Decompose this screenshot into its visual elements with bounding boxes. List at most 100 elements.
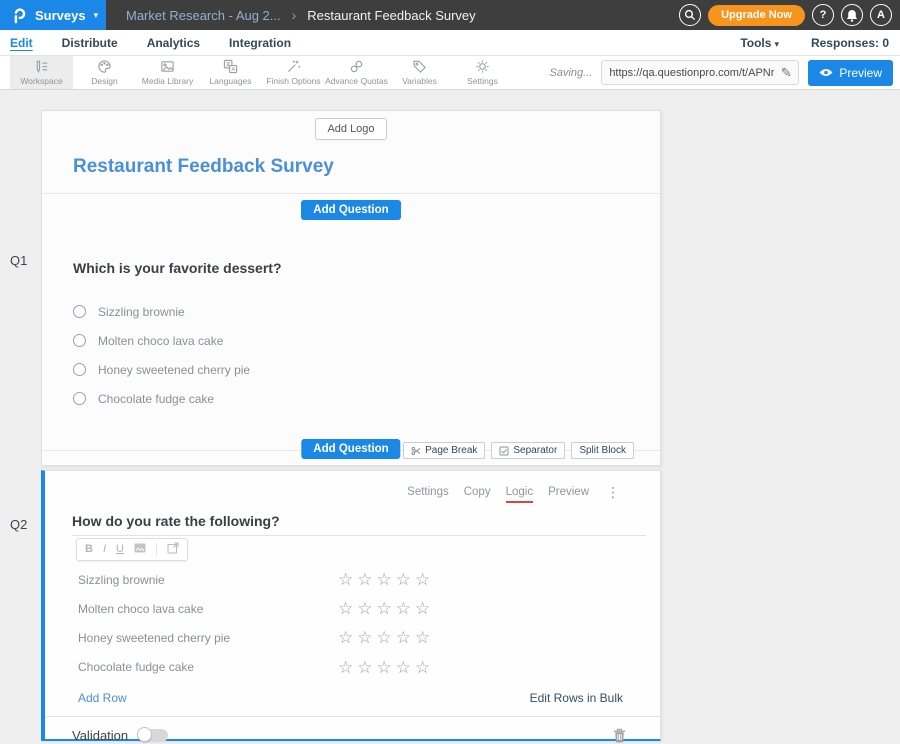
upgrade-now-button[interactable]: Upgrade Now [708, 5, 805, 26]
variables-tag-icon [412, 59, 427, 74]
star-icon[interactable]: ☆ [377, 599, 396, 618]
row-label[interactable]: Molten choco lava cake [45, 602, 338, 616]
survey-title[interactable]: Restaurant Feedback Survey [73, 156, 660, 178]
add-question-row-bottom: Add Question Page Break Separator S [42, 435, 660, 465]
tab-edit[interactable]: Edit [10, 36, 33, 50]
star-icon[interactable]: ☆ [377, 628, 396, 647]
tool-label: Variables [402, 76, 437, 86]
row-label[interactable]: Sizzling brownie [45, 573, 338, 587]
preview-button[interactable]: Preview [808, 60, 893, 86]
star-icon[interactable]: ☆ [338, 599, 357, 618]
star-icon[interactable]: ☆ [396, 570, 415, 589]
star-icon[interactable]: ☆ [377, 658, 396, 677]
star-icon[interactable]: ☆ [338, 658, 357, 677]
q2-copy[interactable]: Copy [464, 486, 491, 498]
tool-design[interactable]: Design [73, 56, 136, 89]
star-icon[interactable]: ☆ [396, 628, 415, 647]
surveys-menu[interactable]: Surveys ▾ [0, 0, 106, 30]
page-break-button[interactable]: Page Break [403, 442, 485, 459]
breadcrumb-folder[interactable]: Market Research - Aug 2... [126, 8, 281, 23]
star-icon[interactable]: ☆ [396, 658, 415, 677]
tool-finish-options[interactable]: Finish Options [262, 56, 325, 89]
star-icon[interactable]: ☆ [415, 628, 434, 647]
radio-button[interactable] [73, 363, 86, 376]
option-label[interactable]: Honey sweetened cherry pie [98, 363, 250, 377]
option-label[interactable]: Sizzling brownie [98, 305, 185, 319]
radio-button[interactable] [73, 334, 86, 347]
star-icon[interactable]: ☆ [415, 599, 434, 618]
bold-button[interactable]: B [85, 544, 93, 555]
tool-settings[interactable]: Settings [451, 56, 514, 89]
question-number-q1: Q1 [10, 253, 27, 268]
star-icon[interactable]: ☆ [357, 628, 376, 647]
q1-options: Sizzling brownie Molten choco lava cake … [73, 297, 660, 413]
trash-icon [613, 728, 626, 743]
q2-rating-rows: Sizzling brownie ☆☆☆☆☆ Molten choco lava… [45, 565, 660, 682]
add-question-button-bottom[interactable]: Add Question [301, 439, 400, 459]
q1-question-text[interactable]: Which is your favorite dessert? [73, 260, 660, 276]
underline-button[interactable]: U [116, 544, 124, 555]
radio-button[interactable] [73, 305, 86, 318]
star-icon[interactable]: ☆ [396, 599, 415, 618]
search-button[interactable] [679, 4, 701, 26]
breadcrumb: Market Research - Aug 2... › Restaurant … [126, 7, 476, 23]
survey-url[interactable]: https://qa.questionpro.com/t/APNrFZgS [602, 67, 774, 79]
star-icon[interactable]: ☆ [338, 570, 357, 589]
option-label[interactable]: Chocolate fudge cake [98, 392, 214, 406]
tool-advance-quotas[interactable]: Advance Quotas [325, 56, 388, 89]
top-bar: Surveys ▾ Market Research - Aug 2... › R… [0, 0, 900, 30]
q2-settings[interactable]: Settings [407, 486, 449, 498]
q2-logic[interactable]: Logic [506, 486, 534, 503]
radio-button[interactable] [73, 392, 86, 405]
row-label[interactable]: Chocolate fudge cake [45, 660, 338, 674]
insert-link-button[interactable] [167, 542, 179, 557]
scissors-icon [411, 446, 421, 456]
rating-row: Molten choco lava cake ☆☆☆☆☆ [45, 594, 660, 623]
question-number-q2: Q2 [10, 517, 27, 532]
q2-question-text[interactable]: How do you rate the following? [72, 513, 646, 536]
star-icon[interactable]: ☆ [338, 628, 357, 647]
add-question-button-top[interactable]: Add Question [301, 200, 400, 220]
more-options-icon[interactable]: ⋮ [606, 485, 620, 499]
delete-question-button[interactable] [613, 728, 626, 743]
survey-url-field[interactable]: https://qa.questionpro.com/t/APNrFZgS ✎ [601, 60, 799, 85]
notifications-button[interactable] [841, 4, 863, 26]
topbar-actions: Upgrade Now ? A [679, 4, 900, 26]
star-icon[interactable]: ☆ [357, 658, 376, 677]
tool-workspace[interactable]: Workspace [10, 56, 73, 89]
avatar[interactable]: A [870, 4, 892, 26]
help-button[interactable]: ? [812, 4, 834, 26]
tools-menu[interactable]: Tools▾ [740, 36, 779, 50]
tab-analytics[interactable]: Analytics [147, 36, 200, 50]
tool-label: Languages [209, 76, 251, 86]
tab-distribute[interactable]: Distribute [62, 36, 118, 50]
q2-preview[interactable]: Preview [548, 486, 589, 498]
add-row-link[interactable]: Add Row [78, 691, 127, 705]
chevron-down-icon: ▾ [94, 10, 99, 21]
tab-integration[interactable]: Integration [229, 36, 291, 50]
option-label[interactable]: Molten choco lava cake [98, 334, 223, 348]
validation-toggle[interactable] [138, 729, 168, 742]
q1-option-row: Molten choco lava cake [73, 326, 660, 355]
edit-rows-in-bulk-link[interactable]: Edit Rows in Bulk [530, 691, 623, 705]
insert-image-button[interactable] [134, 543, 146, 556]
star-icon[interactable]: ☆ [357, 599, 376, 618]
separator-button[interactable]: Separator [491, 442, 565, 459]
split-block-button[interactable]: Split Block [571, 442, 634, 459]
edit-url-pencil-icon[interactable]: ✎ [774, 65, 798, 81]
italic-button[interactable]: I [103, 544, 106, 555]
star-icon[interactable]: ☆ [415, 570, 434, 589]
row-label[interactable]: Honey sweetened cherry pie [45, 631, 338, 645]
q1-option-row: Chocolate fudge cake [73, 384, 660, 413]
svg-text:A: A [231, 67, 235, 73]
external-link-icon [167, 542, 179, 554]
tool-variables[interactable]: Variables [388, 56, 451, 89]
add-logo-button[interactable]: Add Logo [315, 118, 386, 140]
tool-languages[interactable]: A Languages [199, 56, 262, 89]
star-icon[interactable]: ☆ [357, 570, 376, 589]
tool-media-library[interactable]: Media Library [136, 56, 199, 89]
tool-label: Settings [467, 76, 498, 86]
media-library-icon [160, 59, 175, 74]
star-icon[interactable]: ☆ [377, 570, 396, 589]
star-icon[interactable]: ☆ [415, 658, 434, 677]
